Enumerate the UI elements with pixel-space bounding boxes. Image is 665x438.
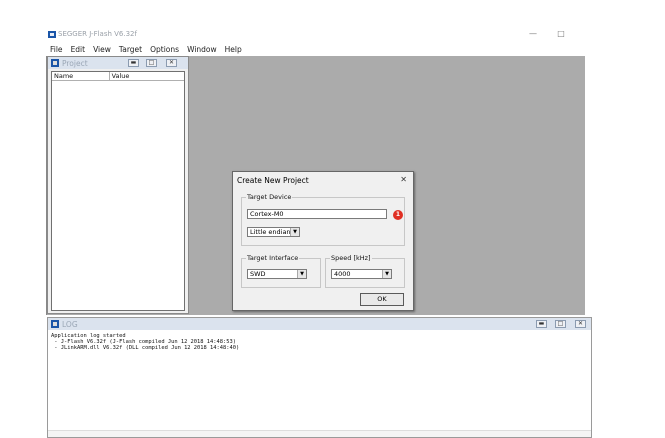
dialog-title: Create New Project <box>237 176 309 185</box>
minimize-button[interactable]: — <box>526 28 540 40</box>
project-window-titlebar[interactable]: Project ▬ □ ✕ <box>48 57 188 69</box>
log-minimize-button[interactable]: ▬ <box>536 320 547 328</box>
speed-label: Speed [kHz] <box>330 254 372 262</box>
project-close-button[interactable]: ✕ <box>166 59 177 67</box>
endian-value: Little endian <box>250 228 291 236</box>
log-window-title: LOG <box>62 320 78 329</box>
project-window-icon <box>51 59 59 67</box>
menu-help[interactable]: Help <box>221 44 246 55</box>
menu-view[interactable]: View <box>89 44 115 55</box>
chevron-down-icon: ▼ <box>382 270 391 278</box>
ok-button[interactable]: OK <box>360 293 404 306</box>
menu-file[interactable]: File <box>46 44 67 55</box>
device-field[interactable]: Cortex-M0 <box>247 209 387 219</box>
log-output: Application log started - J-Flash V6.32f… <box>51 333 239 351</box>
jflash-app: SEGGER J-Flash V6.32f — □ File Edit View… <box>46 28 665 438</box>
target-device-label: Target Device <box>246 193 293 201</box>
chevron-down-icon: ▼ <box>297 270 306 278</box>
menu-options[interactable]: Options <box>146 44 183 55</box>
log-window: LOG ▬ □ ✕ Application log started - J-Fl… <box>47 317 592 438</box>
log-close-button[interactable]: ✕ <box>575 320 586 328</box>
window-title: SEGGER J-Flash V6.32f <box>58 30 137 38</box>
project-window-title: Project <box>62 59 88 68</box>
maximize-button[interactable]: □ <box>554 28 568 40</box>
dialog-close-icon[interactable]: ✕ <box>400 175 407 184</box>
jflash-app-icon <box>48 31 56 38</box>
menu-bar: File Edit View Target Options Window Hel… <box>46 44 665 55</box>
menu-target[interactable]: Target <box>115 44 146 55</box>
interface-select[interactable]: SWD ▼ <box>247 269 307 279</box>
target-device-group: Target Device <box>241 193 405 246</box>
log-restore-button[interactable]: □ <box>555 320 566 328</box>
project-table-header: Name Value <box>52 72 184 81</box>
log-line: - JLinkARM.dll V6.32f (DLL compiled Jun … <box>51 345 240 351</box>
interface-value: SWD <box>250 270 266 278</box>
menu-window[interactable]: Window <box>183 44 221 55</box>
speed-select[interactable]: 4000 ▼ <box>331 269 392 279</box>
project-window: Project ▬ □ ✕ Name Value <box>47 56 189 314</box>
chevron-down-icon: ▼ <box>290 228 299 236</box>
title-bar: SEGGER J-Flash V6.32f — □ <box>46 28 665 42</box>
project-table: Name Value <box>51 71 185 311</box>
log-window-titlebar[interactable]: LOG ▬ □ ✕ <box>48 318 591 330</box>
menu-edit[interactable]: Edit <box>67 44 90 55</box>
target-interface-label: Target Interface <box>246 254 300 262</box>
create-project-dialog: Create New Project ✕ Target Device Corte… <box>232 171 414 311</box>
notification-badge: 1 <box>393 210 403 220</box>
speed-value: 4000 <box>334 270 351 278</box>
log-window-icon <box>51 320 59 328</box>
column-name[interactable]: Name <box>52 72 110 80</box>
project-restore-button[interactable]: □ <box>146 59 157 67</box>
endian-select[interactable]: Little endian ▼ <box>247 227 300 237</box>
project-minimize-button[interactable]: ▬ <box>128 59 139 67</box>
column-value[interactable]: Value <box>110 72 184 80</box>
log-horizontal-scrollbar[interactable] <box>48 430 591 437</box>
